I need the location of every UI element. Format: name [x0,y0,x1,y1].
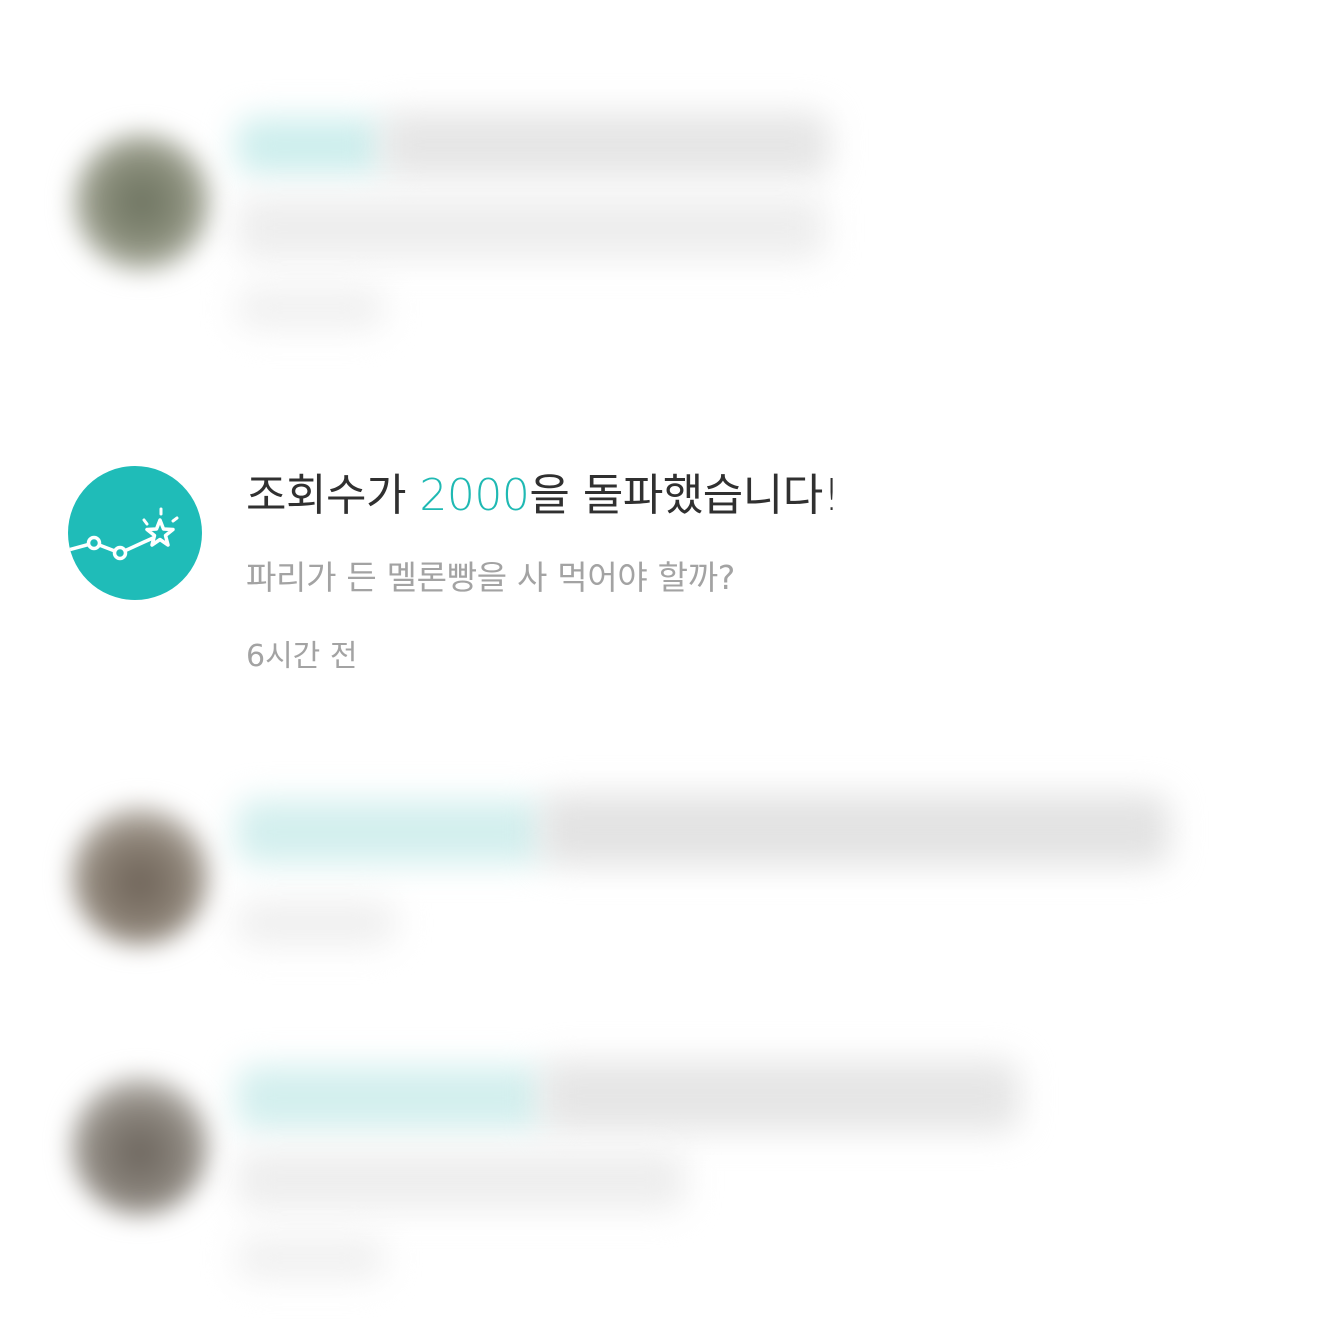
title-prefix: 조회수가 [246,470,420,521]
obscured-title [236,1066,546,1130]
user-avatar [70,806,210,946]
view-count-highlight: 2000 [419,470,530,521]
obscured-subtitle [236,1150,686,1210]
user-avatar [72,132,212,272]
obscured-time [236,286,386,330]
obscured-time [236,1236,386,1280]
obscured-subtitle [236,196,826,260]
notification-timestamp: 6시간 전 [246,639,358,674]
notification-list: 조회수가 2000을 돌파했습니다! 파리가 든 멜론빵을 사 먹어야 할까? … [0,0,1320,1320]
obscured-title [236,800,546,864]
notification-post-title: 파리가 든 멜론빵을 사 먹어야 할까? [246,558,736,597]
view-milestone-star-icon [68,466,202,600]
obscured-title-rest [380,112,830,178]
obscured-time [236,900,396,946]
notification-title: 조회수가 2000을 돌파했습니다! [246,466,840,526]
user-avatar [70,1076,210,1216]
obscured-title [236,118,386,174]
title-suffix: 을 돌파했습니다! [529,470,840,521]
obscured-title-rest [540,794,1170,866]
obscured-title-rest [540,1060,1020,1132]
